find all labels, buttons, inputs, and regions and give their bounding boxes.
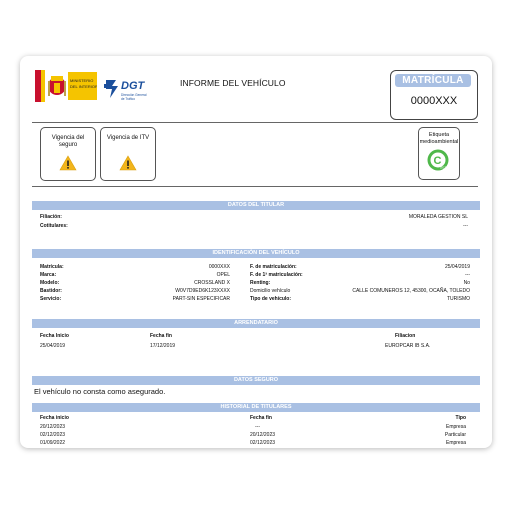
plate-label: MATRÍCULA — [395, 74, 471, 87]
vehicle-field-label: Domicilio vehículo — [250, 288, 291, 294]
vehicle-field-value: --- — [465, 272, 470, 278]
insurance-validity-card[interactable]: Vigencia del seguro — [40, 127, 96, 181]
arrendatario-col-fin: Fecha fin — [150, 333, 172, 339]
cotitulares-value: --- — [463, 223, 468, 229]
vehicle-field-value: TURISMO — [446, 296, 470, 302]
itv-validity-card[interactable]: Vigencia de ITV — [100, 127, 156, 181]
warning-icon — [119, 155, 137, 171]
vehicle-field-label: Bastidor: — [40, 288, 62, 294]
historial-row-inicio: 02/12/2023 — [40, 432, 66, 438]
report-title: INFORME DEL VEHÍCULO — [180, 78, 286, 88]
svg-text:de Tráfico: de Tráfico — [121, 97, 135, 101]
warning-icon — [59, 155, 77, 171]
filiacion-label: Filiación: — [40, 214, 62, 220]
svg-text:DEL INTERIOR: DEL INTERIOR — [70, 84, 97, 89]
seguro-section-header: DATOS SEGURO — [32, 376, 480, 385]
historial-row-tipo: Empresa — [445, 424, 466, 430]
titular-section-header: DATOS DEL TITULAR — [32, 201, 480, 210]
vehicle-field-value: 25/04/2019 — [444, 264, 470, 270]
historial-col-fin: Fecha fin — [250, 415, 272, 421]
arrendatario-col-inicio: Fecha Inicio — [40, 333, 69, 339]
vehicle-field-value: W0V7D9ED6K123XXXX — [175, 288, 230, 294]
vehicle-field-value: CALLE COMUNEROS 12, 45300, OCAÑA, TOLEDO — [352, 288, 470, 294]
arrendatario-inicio-value: 25/04/2019 — [40, 343, 66, 349]
arrendatario-filiacion-value: EUROPCAR IB S.A. — [385, 343, 431, 349]
historial-row-inicio: 01/09/2022 — [40, 440, 66, 446]
seguro-message: El vehículo no consta como asegurado. — [34, 387, 166, 396]
vehicle-field-value: OPEL — [216, 272, 230, 278]
svg-text:MINISTERIO: MINISTERIO — [70, 78, 93, 83]
vehicle-field-label: F. de matriculación: — [250, 264, 297, 270]
vehicle-field-label: Matrícula: — [40, 264, 64, 270]
historial-row-inicio: 20/12/2023 — [40, 424, 66, 430]
historial-section-header: HISTORIAL DE TITULARES — [32, 403, 480, 412]
arrendatario-col-filiacion: Filiacion — [395, 333, 416, 339]
historial-row-fin: 20/12/2023 — [250, 432, 276, 438]
cotitulares-label: Cotitulares: — [40, 223, 68, 229]
vehicle-field-label: Renting: — [250, 280, 271, 286]
vehicle-field-value: 0000XXX — [208, 264, 230, 270]
vehicle-field-label: Modelo: — [40, 280, 60, 286]
arrendatario-section-header: ARRENDATARIO — [32, 319, 480, 328]
environmental-label-card[interactable]: Etiqueta medioambiental C DGT — [418, 127, 460, 180]
historial-col-tipo: Tipo — [455, 415, 466, 421]
arrendatario-fin-value: 17/12/2019 — [150, 343, 176, 349]
plate-box: MATRÍCULA 0000XXX — [390, 70, 478, 120]
ministerio-interior-logo-icon: MINISTERIO DEL INTERIOR — [35, 70, 97, 102]
vehicle-field-label: Servicio: — [40, 296, 62, 302]
vehicle-section-header: IDENTIFICACIÓN DEL VEHÍCULO — [32, 249, 480, 258]
header-divider — [32, 122, 478, 123]
filiacion-value: MORALEDA GESTION SL — [408, 214, 468, 220]
eco-badge-c-icon: C DGT — [427, 149, 449, 171]
vehicle-field-value: No — [463, 280, 470, 286]
environmental-label-title: Etiqueta medioambiental — [419, 132, 459, 145]
vehicle-field-value: PART-SIN ESPECIFICAR — [172, 296, 230, 302]
historial-col-inicio: Fecha inicio — [40, 415, 69, 421]
dgt-logo-icon: DGT Dirección General de Tráfico — [104, 80, 147, 101]
vehicle-field-label: Marca: — [40, 272, 57, 278]
cards-divider — [32, 186, 478, 187]
vehicle-report-document: MINISTERIO DEL INTERIOR DGT Dirección Ge… — [20, 56, 492, 448]
historial-row-tipo: Particular — [444, 432, 466, 438]
plate-value: 0000XXX — [410, 95, 458, 107]
vehicle-field-value: CROSSLAND X — [194, 280, 230, 286]
eco-badge-text: DGT — [440, 166, 447, 170]
itv-validity-label: Vigencia de ITV — [106, 135, 150, 141]
insurance-validity-label: Vigencia del seguro — [51, 135, 85, 148]
historial-row-fin: --- — [255, 424, 260, 430]
svg-text:DGT: DGT — [121, 80, 146, 92]
historial-row-tipo: Empresa — [445, 440, 466, 446]
vehicle-field-label: F. de 1ª matriculación: — [250, 272, 303, 278]
historial-row-fin: 02/12/2023 — [250, 440, 276, 446]
vehicle-field-label: Tipo de vehículo: — [250, 296, 292, 302]
